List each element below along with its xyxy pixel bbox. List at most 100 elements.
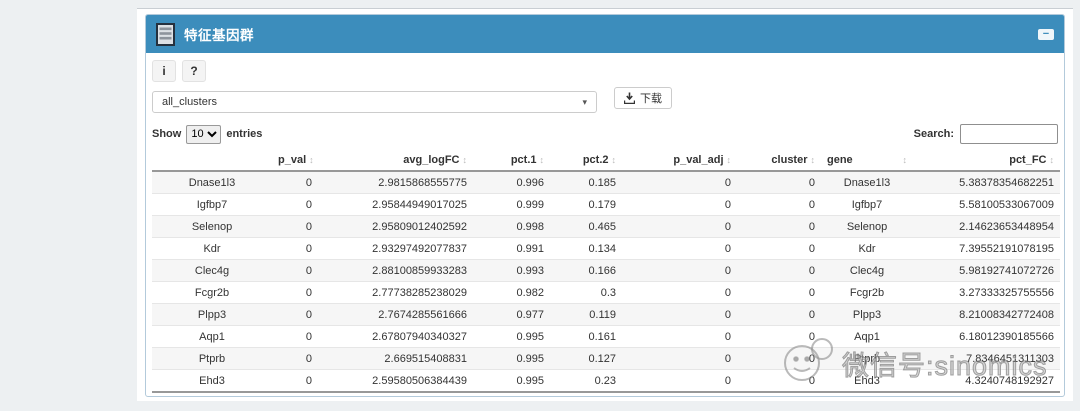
cell-pct_FC: 5.58100533067009 [913,194,1060,216]
cell-avg_logFC: 2.88100859933283 [318,260,473,282]
cell-pct_2: 0.166 [550,260,622,282]
sort-icon[interactable]: ↕ [540,155,545,165]
cell-pct_1: 0.993 [473,260,550,282]
info-button[interactable]: i [152,60,176,82]
cell-pct_2: 0.3 [550,282,622,304]
cell-pct_2: 0.465 [550,216,622,238]
content-area: 特征基因群 − i ? all_clusters ▾ [137,8,1073,401]
length-control: Show 10 entries [152,125,262,144]
table-row[interactable]: Ehd302.595805063844390.9950.2300Ehd34.32… [152,370,1060,393]
cell-rownames: Clec4g [152,260,272,282]
sort-icon[interactable]: ↕ [1050,155,1055,165]
column-header-rownames[interactable] [152,149,272,171]
cell-rownames: Ptprb [152,348,272,370]
cell-avg_logFC: 2.7674285561666 [318,304,473,326]
cell-avg_logFC: 2.669515408831 [318,348,473,370]
column-label: pct_FC [1009,154,1046,166]
cell-avg_logFC: 2.93297492077837 [318,238,473,260]
table-row[interactable]: Clec4g02.881008599332830.9930.16600Clec4… [152,260,1060,282]
column-header-pct_FC[interactable]: pct_FC ↕ [913,149,1060,171]
table-row[interactable]: Fcgr2b02.777382852380290.9820.300Fcgr2b3… [152,282,1060,304]
sort-icon[interactable]: ↕ [811,155,816,165]
sort-icon[interactable]: ↕ [903,155,908,165]
cell-p_val_adj: 0 [622,370,737,393]
cell-rownames: Dnase1l3 [152,171,272,194]
cell-gene: Ehd3 [821,370,913,393]
cell-p_val: 0 [272,238,318,260]
cell-pct_2: 0.185 [550,171,622,194]
gene-table: p_val↕avg_logFC↕pct.1↕pct.2↕p_val_adj↕cl… [152,149,1060,393]
cell-pct_2: 0.134 [550,238,622,260]
cell-p_val_adj: 0 [622,194,737,216]
cell-pct_1: 0.995 [473,348,550,370]
cell-pct_FC: 8.21008342772408 [913,304,1060,326]
cell-rownames: Selenop [152,216,272,238]
cell-cluster: 0 [737,370,821,393]
table-controls: Show 10 entries Search: [152,124,1058,144]
download-label: 下载 [640,90,662,106]
collapse-button[interactable]: − [1038,29,1054,40]
table-row[interactable]: Kdr02.932974920778370.9910.13400Kdr7.395… [152,238,1060,260]
column-header-p_val[interactable]: p_val↕ [272,149,318,171]
cell-pct_2: 0.119 [550,304,622,326]
column-header-pct_2[interactable]: pct.2↕ [550,149,622,171]
table-row[interactable]: Aqp102.678079403403270.9950.16100Aqp16.1… [152,326,1060,348]
column-header-gene[interactable]: gene↕ [821,149,913,171]
download-button[interactable]: 下载 [614,87,672,109]
cell-pct_1: 0.977 [473,304,550,326]
cell-pct_FC: 2.14623653448954 [913,216,1060,238]
table-row[interactable]: Plpp302.76742855616660.9770.11900Plpp38.… [152,304,1060,326]
cell-p_val_adj: 0 [622,260,737,282]
table-head: p_val↕avg_logFC↕pct.1↕pct.2↕p_val_adj↕cl… [152,149,1060,171]
cell-cluster: 0 [737,304,821,326]
cell-pct_FC: 7.8346451311303 [913,348,1060,370]
sort-icon[interactable]: ↕ [727,155,732,165]
sort-icon[interactable]: ↕ [309,155,314,165]
search-input[interactable] [960,124,1058,144]
cell-rownames: Ehd3 [152,370,272,393]
cell-gene: Aqp1 [821,326,913,348]
cell-rownames: Aqp1 [152,326,272,348]
cell-p_val_adj: 0 [622,326,737,348]
cell-pct_1: 0.995 [473,370,550,393]
cell-cluster: 0 [737,326,821,348]
column-label: pct.2 [583,154,609,166]
search-control: Search: [914,124,1058,144]
feature-genes-box: 特征基因群 − i ? all_clusters ▾ [145,14,1065,397]
cell-p_val_adj: 0 [622,282,737,304]
cell-avg_logFC: 2.95844949017025 [318,194,473,216]
cell-p_val_adj: 0 [622,171,737,194]
column-header-avg_logFC[interactable]: avg_logFC↕ [318,149,473,171]
download-icon [624,92,635,104]
sort-icon[interactable]: ↕ [463,155,468,165]
column-header-cluster[interactable]: cluster↕ [737,149,821,171]
cell-gene: Igfbp7 [821,194,913,216]
cell-pct_FC: 4.3240748192927 [913,370,1060,393]
cell-gene: Kdr [821,238,913,260]
cell-pct_FC: 6.18012390185566 [913,326,1060,348]
show-label: Show [152,128,181,140]
cluster-select[interactable]: all_clusters ▾ [152,91,597,113]
cell-pct_1: 0.999 [473,194,550,216]
box-body: i ? all_clusters ▾ [146,53,1064,396]
cell-rownames: Plpp3 [152,304,272,326]
cell-p_val: 0 [272,216,318,238]
column-header-p_val_adj[interactable]: p_val_adj↕ [622,149,737,171]
column-header-pct_1[interactable]: pct.1↕ [473,149,550,171]
cell-avg_logFC: 2.77738285238029 [318,282,473,304]
cell-pct_2: 0.179 [550,194,622,216]
sort-icon[interactable]: ↕ [612,155,617,165]
help-button[interactable]: ? [182,60,206,82]
cell-p_val: 0 [272,370,318,393]
cell-p_val: 0 [272,260,318,282]
cell-rownames: Kdr [152,238,272,260]
table-row[interactable]: Dnase1l302.98158685557750.9960.18500Dnas… [152,171,1060,194]
cell-p_val: 0 [272,348,318,370]
table-row[interactable]: Igfbp702.958449490170250.9990.17900Igfbp… [152,194,1060,216]
table-row[interactable]: Ptprb02.6695154088310.9950.12700Ptprb7.8… [152,348,1060,370]
page-length-select[interactable]: 10 [186,125,221,144]
table-body: Dnase1l302.98158685557750.9960.18500Dnas… [152,171,1060,392]
table-row[interactable]: Selenop02.958090124025920.9980.46500Sele… [152,216,1060,238]
cell-cluster: 0 [737,171,821,194]
cell-p_val_adj: 0 [622,304,737,326]
